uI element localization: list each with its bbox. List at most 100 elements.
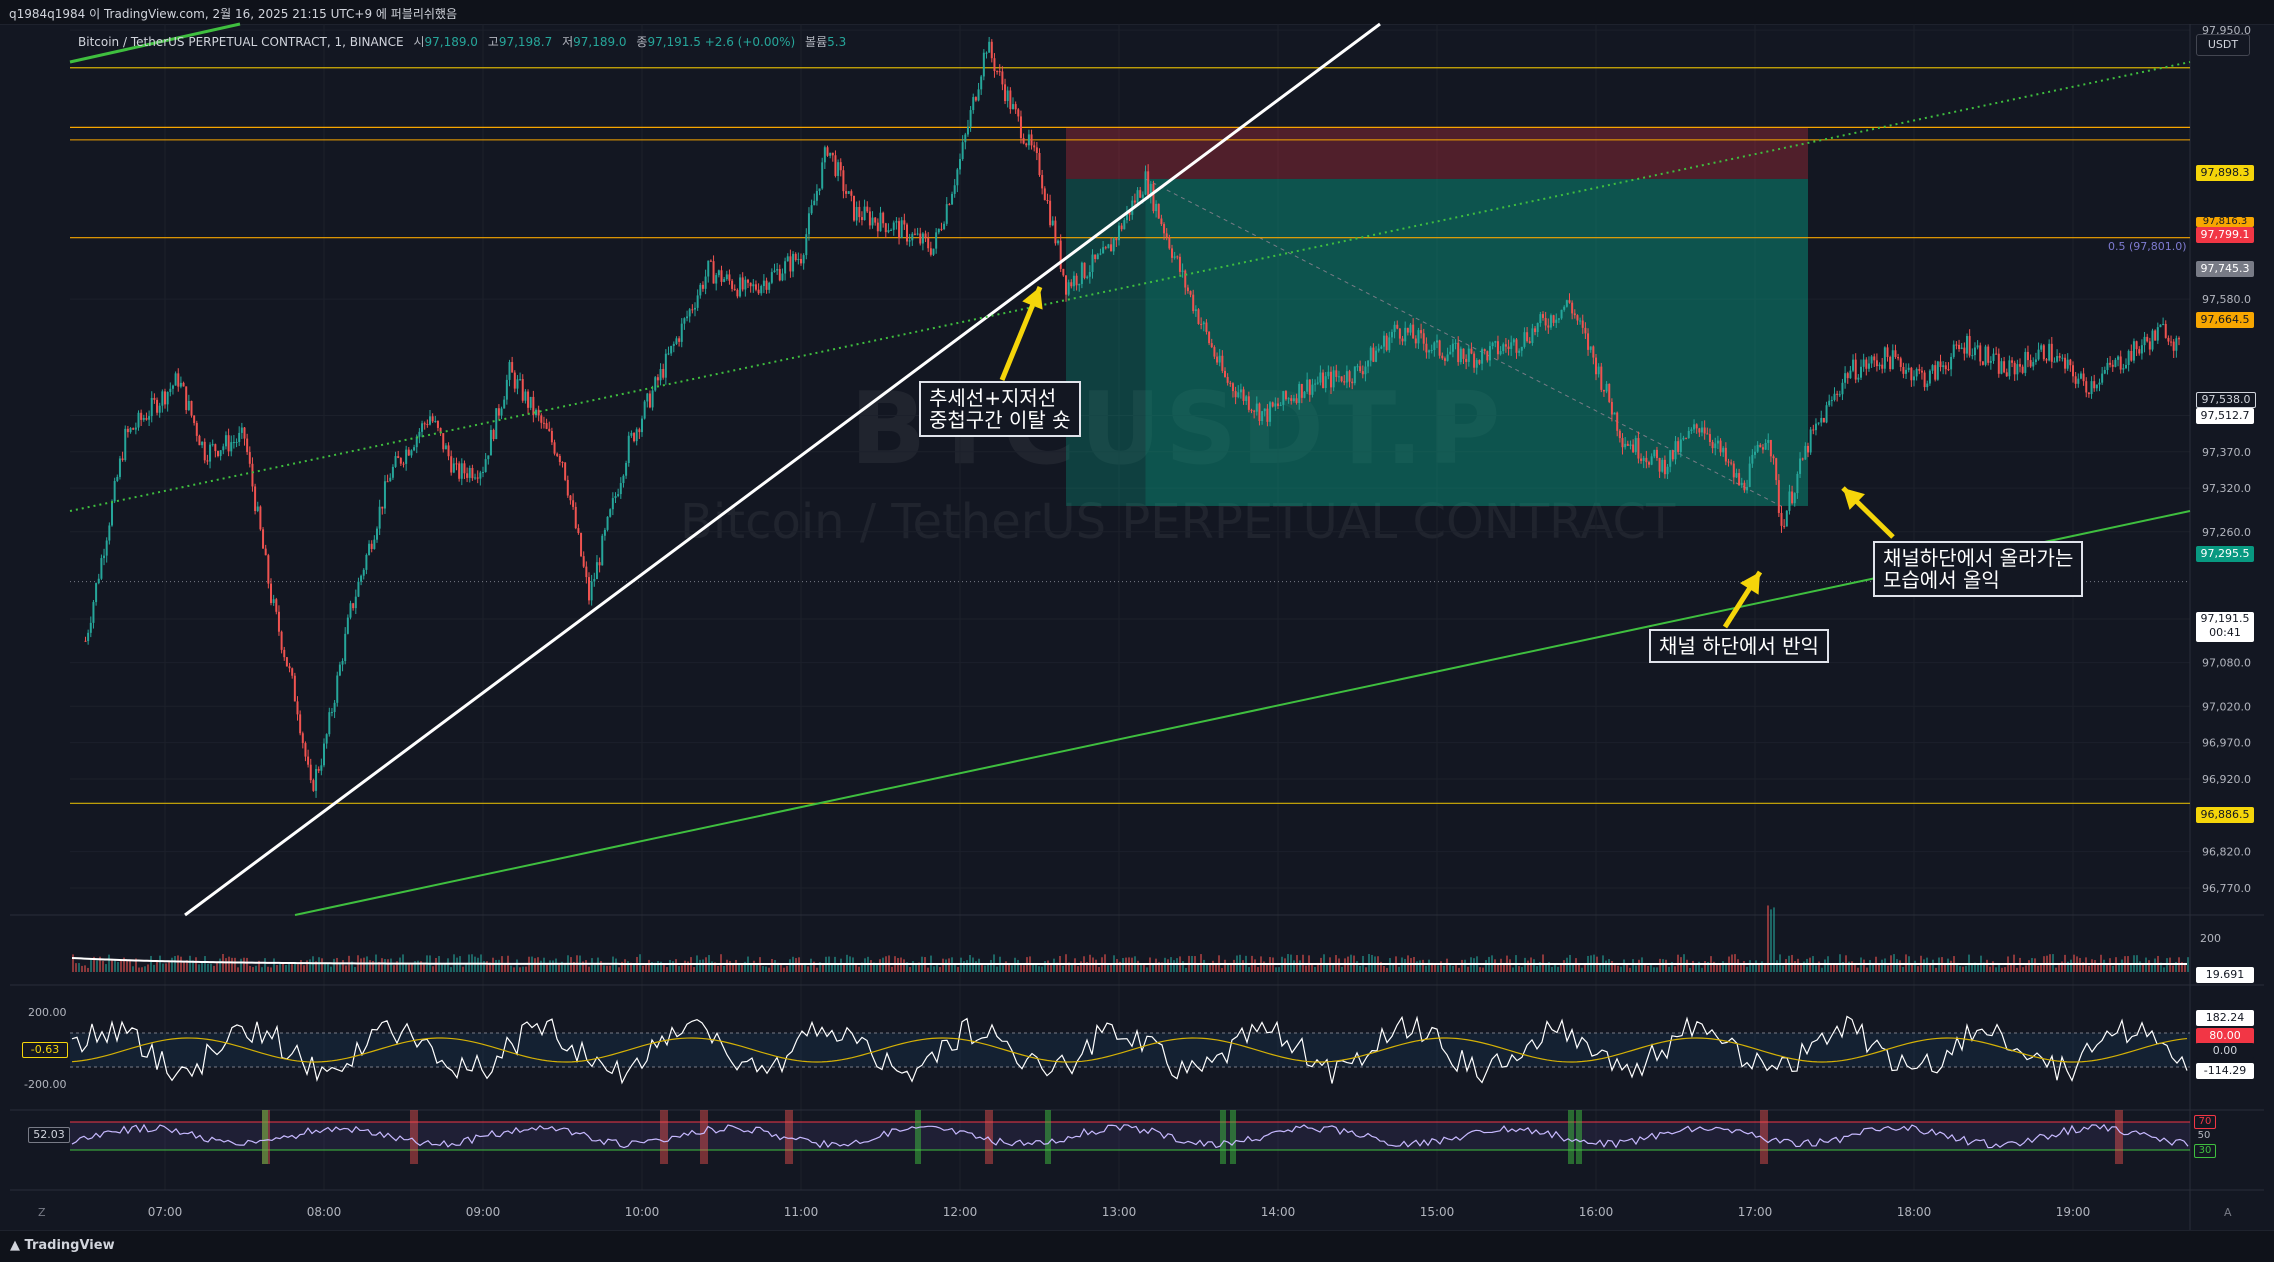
candle-body [744,279,747,290]
volume-bar [756,963,758,972]
candle-body [275,599,278,612]
volume-bar [84,965,86,972]
volume-bar [183,961,185,972]
candle-body [338,664,341,676]
candle-body [1708,434,1711,443]
volume-bar [609,965,611,972]
candle-body [1345,371,1348,383]
candle-body [542,422,545,424]
last-price-badge: 97,191.5 00:41 [2196,612,2254,642]
candle-body [251,463,254,487]
candle-body [792,253,795,272]
candle-body [993,58,996,72]
candle-body [2093,381,2096,389]
volume-bar [717,965,719,972]
volume-bar [1332,965,1334,972]
candle-body [1820,417,1823,423]
tradingview-logo[interactable]: ▲ TradingView [10,1238,115,1253]
volume-bar [1278,967,1280,972]
candle-body [1311,384,1314,395]
auto-scale-a[interactable]: A [2224,1206,2232,1219]
candle-body [1963,347,1966,354]
volume-bar [510,965,512,972]
candle-body [1767,439,1770,443]
candle-body [190,400,193,416]
volume-bar [2094,960,2096,972]
candle-body [397,456,400,459]
legend-volume-label: 볼륨 [805,35,828,49]
chart-stage[interactable]: q1984q1984 이 TradingView.com, 2월 16, 202… [0,0,2274,1262]
candle-body [1396,324,1399,329]
candle-body [100,558,103,579]
volume-bar [417,960,419,972]
candle-body [898,221,901,238]
volume-bar [456,957,458,972]
candle-body [2106,362,2109,370]
candle-body [248,452,251,464]
candle-body [277,611,280,632]
candle-body [466,473,469,478]
candle-body [2127,350,2130,365]
candle-body [1618,430,1621,439]
candle-body [182,382,185,387]
candle-body [2042,345,2045,360]
candle-body [1237,392,1240,398]
volume-bar [2022,967,2024,972]
volume-bar [1425,965,1427,972]
candle-body [577,528,580,534]
candle-body [1364,366,1367,375]
candle-body [1224,370,1226,377]
candle-body [1923,372,1926,388]
annotation-full-tp[interactable]: 채널하단에서 올라가는 모습에서 올익 [1873,541,2084,597]
candle-body [1677,441,1680,453]
volume-bar [1668,966,1670,972]
candle-body [2167,337,2170,342]
candle-body [1780,512,1783,526]
volume-bar [996,966,998,972]
candle-body [134,427,137,430]
candle-body [1634,438,1637,453]
annotation-short-entry[interactable]: 추세선+지저선 중첩구간 이탈 숏 [919,381,1081,437]
volume-bar [1866,967,1868,972]
candle-body [1200,323,1203,325]
candle-body [354,596,357,609]
level-badge-97664: 97,664.5 [2196,312,2254,328]
volume-bar [552,960,554,972]
footer-bar: ▲ TradingView [0,1230,2274,1262]
volume-bar [600,961,602,972]
candle-body [1756,444,1759,452]
volume-bar [1155,958,1157,972]
candle-body [1181,270,1184,272]
volume-bar [1044,961,1046,972]
volume-bar [1293,960,1295,972]
candle-body [929,248,932,255]
candle-body [442,433,445,450]
currency-button[interactable]: USDT [2196,34,2250,56]
annotation-partial-tp[interactable]: 채널 하단에서 반익 [1649,629,1829,663]
volume-bar [2166,958,2168,972]
candle-body [1043,188,1046,201]
candle-body [1592,346,1595,358]
candle-body [2037,349,2040,360]
volume-bar [816,967,818,972]
candle-body [1261,411,1264,421]
volume-bar [201,962,203,972]
candle-body [762,280,765,287]
price-chart[interactable]: 07:00 08:00 09:00 10:00 11:00 12:00 13:00 14:00… [0,0,2274,1261]
legend-symbol: Bitcoin / TetherUS PERPETUAL CONTRACT, 1… [78,35,404,49]
volume-bar [642,965,644,972]
legend-change: +2.6 (+0.00%) [704,35,796,49]
volume-bar [1494,959,1496,972]
auto-scale-z[interactable]: Z [38,1206,46,1219]
volume-bar [138,967,140,972]
candle-body [1412,324,1415,339]
candle-body [784,261,787,274]
candle-body [561,461,564,463]
candle-body [227,435,230,452]
candle-body [1430,349,1433,351]
candle-body [2170,341,2173,343]
candle-body [540,415,543,423]
candle-body [1483,349,1486,352]
legend-close-label: 종 [636,35,648,49]
candle-body [219,450,222,457]
